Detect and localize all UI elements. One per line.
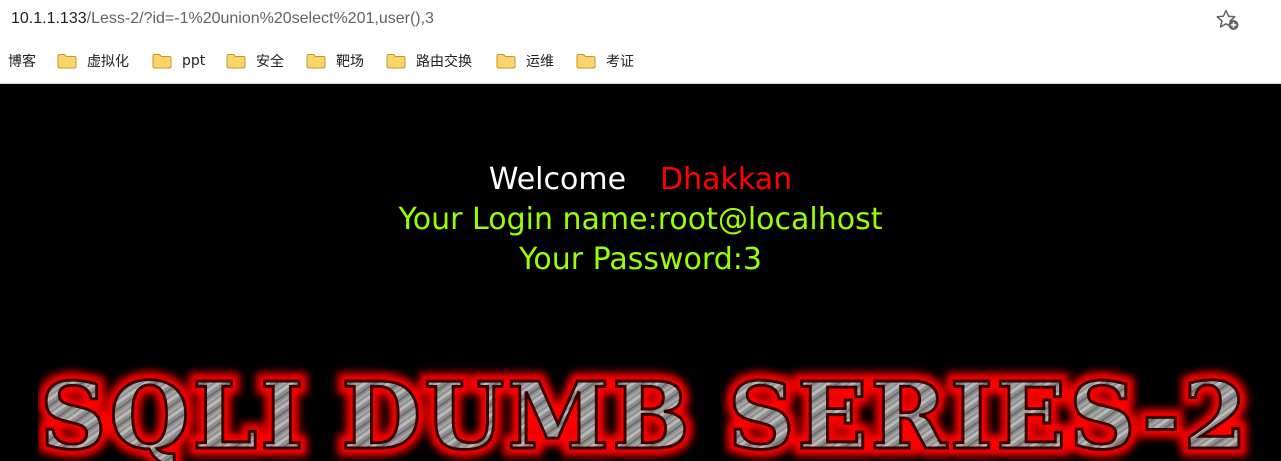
bookmark-label: 路由交换 — [416, 54, 472, 70]
bookmark-label: 安全 — [256, 54, 284, 70]
bookmark-star-button[interactable] — [1215, 8, 1241, 32]
bookmark-label: 运维 — [526, 54, 554, 70]
login-name-line: Your Login name:root@localhost — [398, 202, 883, 237]
folder-icon — [306, 53, 326, 69]
banner-title: SQLI DUMB SERIES-2 — [40, 362, 1250, 461]
query-result: Welcome Dhakkan Your Login name:root@loca… — [0, 160, 1281, 280]
bookmark-folder-virtualization[interactable]: 虚拟化 — [57, 51, 129, 71]
bookmark-folder-ops[interactable]: 运维 — [496, 51, 554, 71]
bookmark-blog[interactable]: 博客 — [8, 51, 36, 71]
bookmark-folder-ppt[interactable]: ppt — [152, 51, 205, 71]
folder-icon — [57, 53, 77, 69]
bookmark-label: 考证 — [606, 54, 634, 70]
star-add-icon — [1216, 9, 1239, 30]
bookmark-label: ppt — [182, 53, 206, 69]
password-line: Your Password:3 — [519, 242, 762, 277]
bookmark-folder-routing-switching[interactable]: 路由交换 — [386, 51, 472, 71]
bookmark-folder-range[interactable]: 靶场 — [306, 51, 364, 71]
folder-icon — [386, 53, 406, 69]
series-banner: SQLI DUMB SERIES-2 SQLI DUMB SERIES-2 — [38, 354, 1281, 461]
folder-icon — [226, 53, 246, 69]
user-name: Dhakkan — [660, 162, 793, 197]
page-content: Welcome Dhakkan Your Login name:root@loca… — [0, 84, 1281, 461]
browser-window: 10.1.1.133/Less-2/?id=-1%20union%20selec… — [0, 0, 1281, 461]
folder-icon — [496, 53, 516, 69]
bookmark-folder-certification[interactable]: 考证 — [576, 51, 634, 71]
url-host: 10.1.1.133 — [11, 10, 87, 27]
address-bar[interactable]: 10.1.1.133/Less-2/?id=-1%20union%20selec… — [0, 0, 1281, 38]
url-text[interactable]: 10.1.1.133/Less-2/?id=-1%20union%20selec… — [11, 9, 434, 29]
bookmarks-bar: 博客 虚拟化 ppt 安全 靶场 路由交换 运维 考证 — [0, 38, 1281, 84]
bookmark-label: 虚拟化 — [87, 54, 129, 70]
bookmark-label: 靶场 — [336, 54, 364, 70]
bookmark-label: 博客 — [8, 54, 36, 70]
bookmark-folder-security[interactable]: 安全 — [226, 51, 284, 71]
folder-icon — [576, 53, 596, 69]
url-path: /Less-2/?id=-1%20union%20select%201,user… — [86, 10, 434, 27]
folder-icon — [152, 53, 172, 69]
welcome-line: Welcome Dhakkan — [0, 160, 1281, 200]
welcome-label: Welcome — [488, 162, 627, 197]
